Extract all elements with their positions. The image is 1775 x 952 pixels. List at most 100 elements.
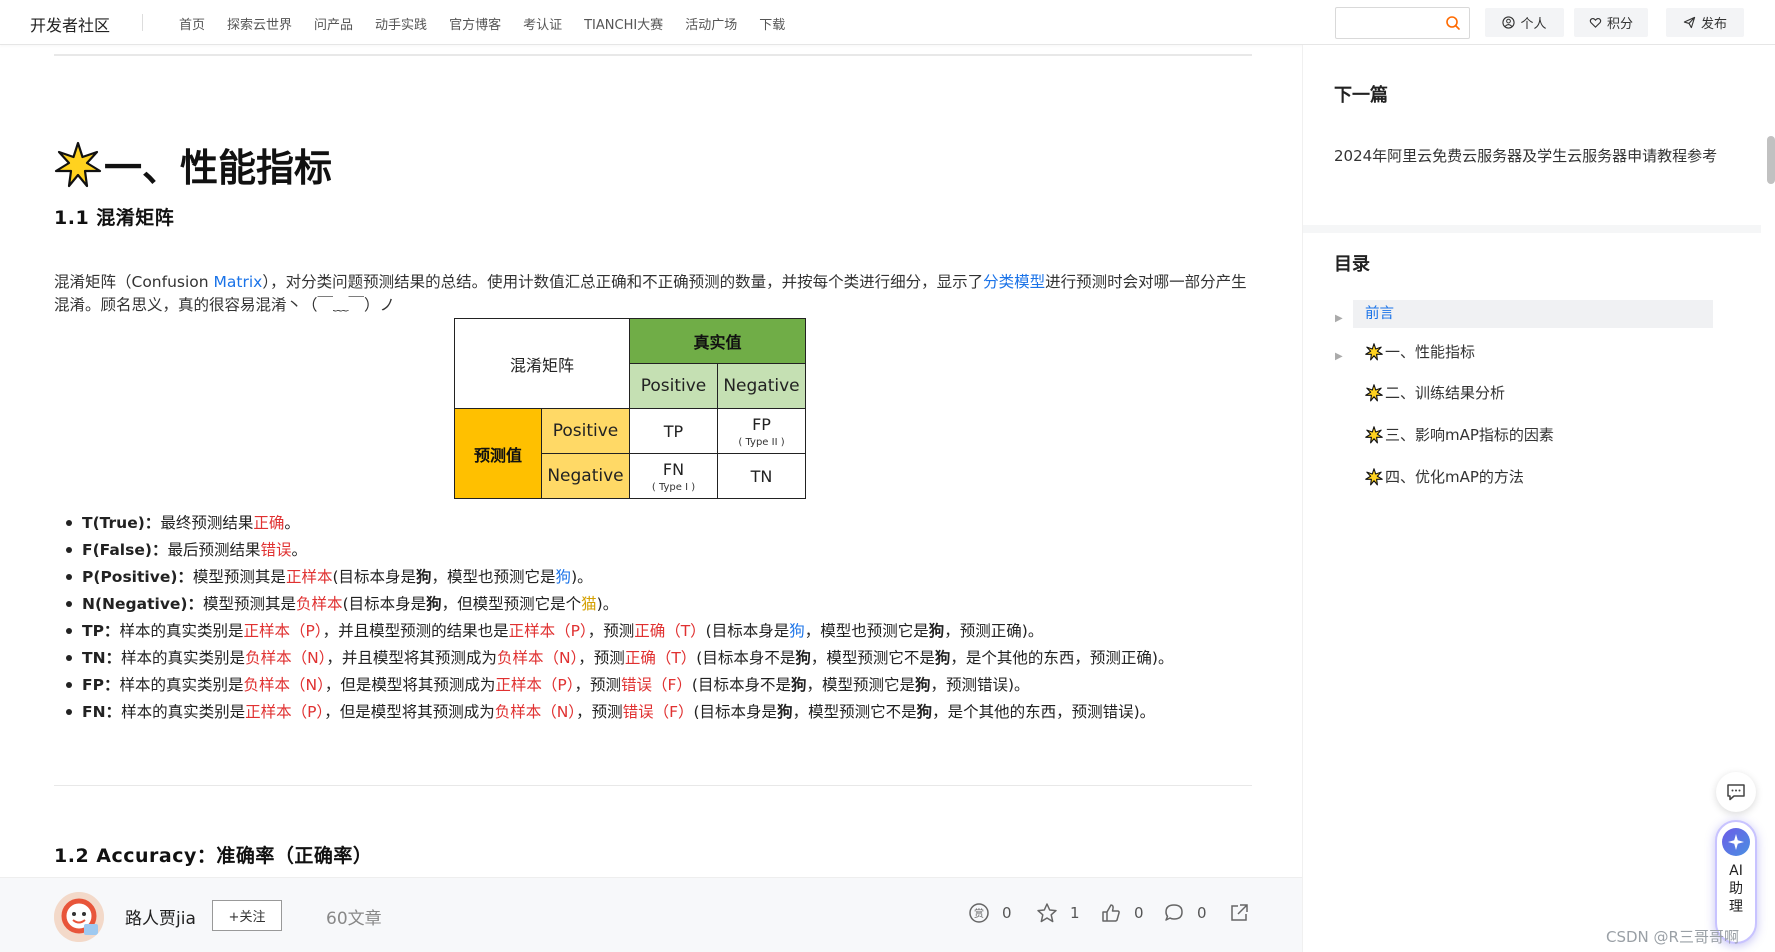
list-item: P(Positive)：模型预测其是正样本(目标本身是狗，模型也预测它是狗)。 xyxy=(66,565,1252,589)
toc-item-training-analysis[interactable]: 二、训练结果分析 xyxy=(1365,382,1505,403)
nav-link-blog[interactable]: 官方博客 xyxy=(449,14,501,33)
divider xyxy=(54,54,1252,56)
nav-link-ask[interactable]: 问产品 xyxy=(314,14,353,33)
list-item: T(True)：最终预测结果正确。 xyxy=(66,511,1252,535)
nav-links: 首页 探索云世界 问产品 动手实践 官方博客 考认证 TIANCHI大赛 活动广… xyxy=(179,14,807,33)
matrix-fn-label: FN xyxy=(662,459,685,479)
section-1-1-title: 1.1 混淆矩阵 xyxy=(54,207,175,229)
nav-link-practice[interactable]: 动手实践 xyxy=(375,14,427,33)
thumbs-up-icon xyxy=(1102,904,1120,922)
follow-button[interactable]: +关注 xyxy=(212,900,282,931)
toc-item-map-factors[interactable]: 三、影响mAP指标的因素 xyxy=(1365,424,1554,445)
comment-count: 0 xyxy=(1197,904,1207,922)
toc-label: 一、性能指标 xyxy=(1385,343,1476,361)
matrix-fn-sub: ( Type I ) xyxy=(651,481,696,493)
matrix-fp-sub: ( Type II ) xyxy=(738,436,785,448)
nav-link-home[interactable]: 首页 xyxy=(179,14,205,33)
points-button[interactable]: 积分 xyxy=(1574,8,1648,37)
favorite-count: 1 xyxy=(1070,904,1080,922)
favorite-button[interactable]: 1 xyxy=(1036,902,1080,924)
publish-button[interactable]: 发布 xyxy=(1666,8,1744,37)
article-body: 一、性能指标 1.1 混淆矩阵 混淆矩阵（Confusion Matrix），对… xyxy=(54,45,1252,877)
heart-icon xyxy=(1589,17,1602,28)
avatar[interactable] xyxy=(54,892,104,942)
sparkle-icon xyxy=(1365,425,1383,443)
matrix-corner: 混淆矩阵 xyxy=(454,318,630,409)
matrix-row-positive: Positive xyxy=(541,408,630,454)
para-text-2: ），对分类问题预测结果的总结。使用计数值汇总正确和不正确预测的数量，并按每个类进… xyxy=(262,273,984,291)
para-text-1: 混淆矩阵（Confusion xyxy=(54,273,214,291)
section-1-2-title: 1.2 Accuracy：准确率（正确率） xyxy=(54,845,373,867)
toc-item-preface[interactable]: 前言 xyxy=(1353,300,1713,328)
avatar-image xyxy=(54,892,104,942)
matrix-fn: FN ( Type I ) xyxy=(629,453,718,499)
ai-logo-icon xyxy=(1722,828,1750,856)
next-article-title: 下一篇 xyxy=(1334,85,1388,106)
nav-link-tianchi[interactable]: TIANCHI大赛 xyxy=(584,14,663,33)
classification-model-link[interactable]: 分类模型 xyxy=(983,273,1045,291)
author-bar: 路人贾jia +关注 60文章 赏 0 1 0 0 xyxy=(0,877,1302,952)
definition-list: T(True)：最终预测结果正确。 F(False)：最后预测结果错误。 P(P… xyxy=(66,511,1252,727)
confusion-matrix-table: 混淆矩阵 真实值 Positive Negative 预测值 Positive … xyxy=(454,318,806,499)
reward-icon: 赏 xyxy=(969,903,989,923)
comment-button[interactable]: 0 xyxy=(1163,902,1207,924)
personal-button[interactable]: 个人 xyxy=(1485,8,1564,37)
list-item: F(False)：最后预测结果错误。 xyxy=(66,538,1252,562)
nav-divider xyxy=(142,14,143,31)
like-button[interactable]: 0 xyxy=(1100,902,1144,924)
search-icon[interactable] xyxy=(1445,15,1461,31)
brand-logo[interactable]: 开发者社区 xyxy=(30,12,110,36)
top-navbar: 开发者社区 首页 探索云世界 问产品 动手实践 官方博客 考认证 TIANCHI… xyxy=(0,0,1775,45)
toc-item-optimize-map[interactable]: 四、优化mAP的方法 xyxy=(1365,466,1524,487)
list-item: FN：样本的真实类别是正样本（P），但是模型将其预测成为负样本（N），预测错误（… xyxy=(66,700,1252,724)
matrix-tn: TN xyxy=(717,453,806,499)
sparkle-icon xyxy=(1365,342,1383,360)
publish-label: 发布 xyxy=(1700,17,1727,32)
star-icon xyxy=(1037,903,1057,923)
matrix-fp: FP ( Type II ) xyxy=(717,408,806,454)
feedback-button[interactable] xyxy=(1716,772,1756,812)
toc-item-performance[interactable]: 一、性能指标 xyxy=(1365,341,1475,362)
list-item: FP：样本的真实类别是负样本（N），但是模型将其预测成为正样本（P），预测错误（… xyxy=(66,673,1252,697)
sparkle-icon xyxy=(1365,467,1383,485)
list-item: TP：样本的真实类别是正样本（P），并且模型预测的结果也是正样本（P），预测正确… xyxy=(66,619,1252,643)
svg-text:赏: 赏 xyxy=(974,908,984,920)
author-name[interactable]: 路人贾jia xyxy=(125,904,196,929)
toc-label: 三、影响mAP指标的因素 xyxy=(1385,426,1554,444)
search-input[interactable] xyxy=(1335,7,1470,39)
confusion-matrix-link[interactable]: Matrix xyxy=(214,273,263,291)
sparkle-icon xyxy=(1365,383,1383,401)
share-button[interactable] xyxy=(1228,902,1250,924)
comment-icon xyxy=(1165,904,1183,921)
sidebar-divider xyxy=(1303,225,1761,233)
nav-link-cert[interactable]: 考认证 xyxy=(523,14,562,33)
intro-paragraph: 混淆矩阵（Confusion Matrix），对分类问题预测结果的总结。使用计数… xyxy=(54,271,1252,317)
toc-label: 四、优化mAP的方法 xyxy=(1385,468,1524,486)
heading-text: 一、性能指标 xyxy=(104,146,333,190)
points-label: 积分 xyxy=(1606,17,1633,32)
matrix-row-negative: Negative xyxy=(541,453,630,499)
nav-link-explore[interactable]: 探索云世界 xyxy=(227,14,292,33)
watermark: CSDN @R三哥哥啊 xyxy=(1606,928,1739,946)
article-count[interactable]: 60文章 xyxy=(326,904,382,929)
heading-performance-metrics: 一、性能指标 xyxy=(54,137,332,192)
page-scrollbar[interactable] xyxy=(1767,136,1775,184)
matrix-fp-label: FP xyxy=(752,414,771,434)
chat-icon xyxy=(1727,784,1745,801)
divider xyxy=(54,785,1252,786)
nav-link-download[interactable]: 下载 xyxy=(759,14,785,33)
reward-button[interactable]: 赏 0 xyxy=(968,902,1012,924)
personal-label: 个人 xyxy=(1520,17,1547,32)
matrix-col-positive: Positive xyxy=(629,363,718,409)
list-item: N(Negative)：模型预测其是负样本(目标本身是狗，但模型预测它是个猫)。 xyxy=(66,592,1252,616)
expand-caret-icon[interactable]: ▶ xyxy=(1335,351,1343,362)
like-count: 0 xyxy=(1134,904,1144,922)
matrix-tp: TP xyxy=(629,408,718,454)
matrix-true-value: 真实值 xyxy=(629,318,806,364)
next-article-link[interactable]: 2024年阿里云免费云服务器及学生云服务器申请教程参考 xyxy=(1334,142,1729,170)
sidebar: 下一篇 2024年阿里云免费云服务器及学生云服务器申请教程参考 目录 前言 ▶ … xyxy=(1302,45,1775,952)
expand-caret-icon[interactable]: ▶ xyxy=(1335,313,1343,324)
nav-link-events[interactable]: 活动广场 xyxy=(685,14,737,33)
matrix-predicted: 预测值 xyxy=(454,408,542,499)
list-item: TN：样本的真实类别是负样本（N），并且模型将其预测成为负样本（N），预测正确（… xyxy=(66,646,1252,670)
